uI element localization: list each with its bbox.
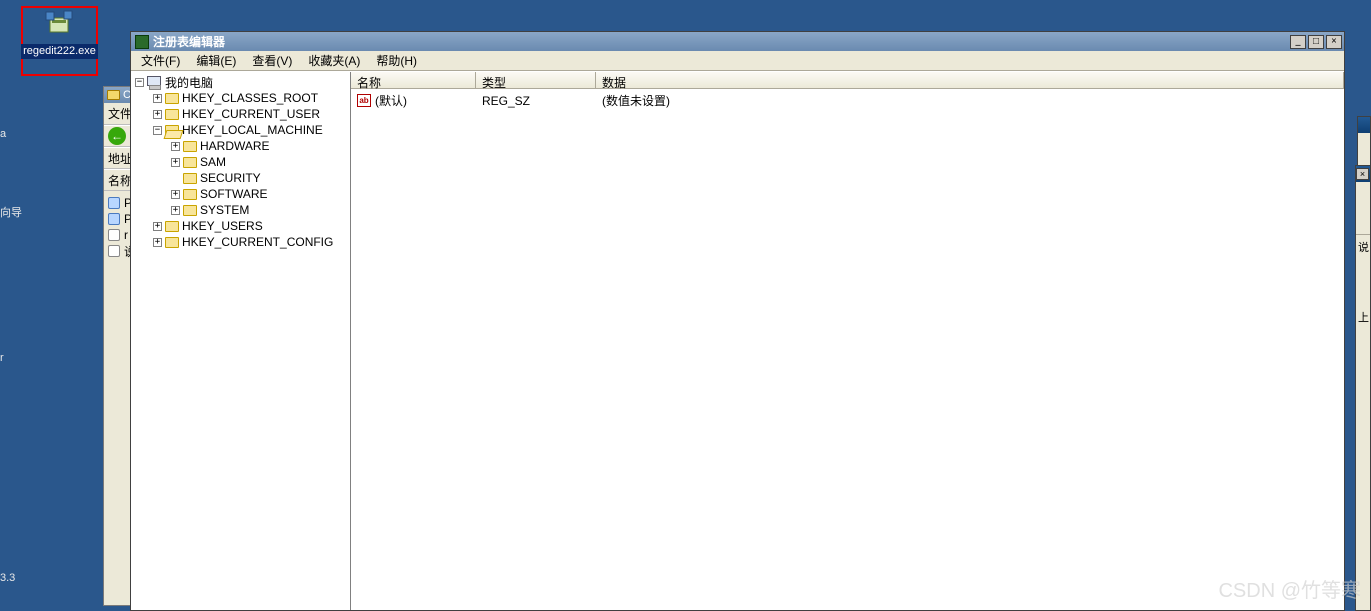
string-value-icon: ab (357, 94, 371, 107)
tree-node[interactable]: − HKEY_LOCAL_MACHINE (131, 122, 350, 138)
item-icon (108, 213, 120, 225)
back-icon[interactable]: ← (108, 127, 126, 145)
tree-node-label: SYSTEM (200, 203, 249, 217)
minimize-button[interactable]: _ (1290, 35, 1306, 49)
tree-node[interactable]: − 我的电脑 (131, 74, 350, 90)
desktop-text: 3.3 (0, 572, 15, 584)
folder-icon (183, 205, 197, 216)
item-icon (108, 197, 120, 209)
folder-icon (183, 173, 197, 184)
desktop-icon-label: regedit222.exe (21, 44, 98, 59)
folder-icon (183, 189, 197, 200)
sliver-titlebar[interactable]: × (1356, 166, 1370, 182)
sliver-label: 说 (1358, 239, 1368, 259)
value-data: (数值未设置) (602, 92, 670, 109)
folder-icon (107, 90, 120, 100)
menu-view[interactable]: 查看(V) (244, 50, 300, 71)
expand-icon[interactable]: + (153, 94, 162, 103)
tree-node[interactable]: + SAM (131, 154, 350, 170)
value-header: 名称 类型 数据 (351, 72, 1344, 89)
bgwin-menu-file[interactable]: 文件 (108, 105, 132, 122)
col-name[interactable]: 名称 (351, 72, 476, 88)
menu-edit[interactable]: 编辑(E) (188, 50, 244, 71)
tree-node-label: SECURITY (200, 171, 261, 185)
tree-node-label: HKEY_CLASSES_ROOT (182, 91, 318, 105)
computer-icon (147, 76, 162, 88)
tree-node[interactable]: + HARDWARE (131, 138, 350, 154)
menu-favorites[interactable]: 收藏夹(A) (300, 50, 368, 71)
collapse-icon[interactable]: − (153, 126, 162, 135)
bgwin-addr-label: 地址 (108, 150, 132, 167)
sliver-label: 上 (1358, 309, 1368, 325)
expand-icon[interactable]: + (171, 190, 180, 199)
desktop-text: r (0, 352, 4, 364)
tree-node[interactable]: + HKEY_CURRENT_CONFIG (131, 234, 350, 250)
folder-icon (165, 93, 179, 104)
bgwin-name-label: 名称 (108, 172, 132, 189)
expand-icon[interactable]: + (171, 142, 180, 151)
folder-icon (183, 141, 197, 152)
close-button[interactable]: × (1326, 35, 1342, 49)
folder-icon (165, 125, 179, 136)
regedit-menubar: 文件(F) 编辑(E) 查看(V) 收藏夹(A) 帮助(H) (131, 51, 1344, 71)
tree-node-label: 我的电脑 (165, 74, 213, 91)
col-data[interactable]: 数据 (596, 72, 1344, 88)
folder-icon (183, 157, 197, 168)
value-row[interactable]: ab (默认) REG_SZ (数值未设置) (351, 89, 1344, 110)
sliver-window-2: × 说 上 (1355, 165, 1371, 611)
value-list: 名称 类型 数据 ab (默认) REG_SZ (数值未设置) (351, 72, 1344, 610)
tree-node-label: HARDWARE (200, 139, 270, 153)
tree-node-label: HKEY_CURRENT_CONFIG (182, 235, 333, 249)
tree-node-label: SAM (200, 155, 226, 169)
desktop-text: a (0, 128, 6, 140)
regedit-titlebar[interactable]: 注册表编辑器 _ □ × (131, 32, 1344, 51)
tree-node-label: SOFTWARE (200, 187, 268, 201)
tree-node[interactable]: + HKEY_CURRENT_USER (131, 106, 350, 122)
value-name: (默认) (375, 92, 407, 109)
close-button[interactable]: × (1356, 168, 1369, 180)
collapse-icon[interactable]: − (135, 78, 144, 87)
tree-node[interactable]: + HKEY_CLASSES_ROOT (131, 90, 350, 106)
value-type: REG_SZ (482, 94, 530, 108)
expand-icon[interactable]: + (153, 110, 162, 119)
expand-icon[interactable]: + (153, 238, 162, 247)
desktop-text: 向导 (0, 204, 22, 220)
expand-icon[interactable]: + (171, 158, 180, 167)
folder-icon (165, 109, 179, 120)
regedit-title: 注册表编辑器 (153, 33, 225, 50)
folder-icon (165, 221, 179, 232)
folder-icon (165, 237, 179, 248)
menu-file[interactable]: 文件(F) (133, 50, 188, 71)
regedit-icon (135, 35, 149, 49)
registry-tree[interactable]: −我的电脑+HKEY_CLASSES_ROOT+HKEY_CURRENT_USE… (131, 72, 351, 610)
watermark: CSDN @竹等寒 (1218, 574, 1361, 603)
item-icon (108, 245, 120, 257)
desktop-icon-regedit[interactable]: regedit222.exe (21, 6, 98, 76)
maximize-button[interactable]: □ (1308, 35, 1324, 49)
expand-icon[interactable]: + (171, 206, 180, 215)
tree-node-label: HKEY_USERS (182, 219, 263, 233)
exe-icon (44, 10, 76, 42)
item-icon (108, 229, 120, 241)
tree-node-label: HKEY_LOCAL_MACHINE (182, 123, 323, 137)
col-type[interactable]: 类型 (476, 72, 596, 88)
tree-node[interactable]: + HKEY_USERS (131, 218, 350, 234)
tree-node[interactable]: SECURITY (131, 170, 350, 186)
menu-help[interactable]: 帮助(H) (368, 50, 425, 71)
tree-node[interactable]: + SOFTWARE (131, 186, 350, 202)
expand-icon[interactable]: + (153, 222, 162, 231)
tree-node[interactable]: + SYSTEM (131, 202, 350, 218)
tree-node-label: HKEY_CURRENT_USER (182, 107, 320, 121)
regedit-window: 注册表编辑器 _ □ × 文件(F) 编辑(E) 查看(V) 收藏夹(A) 帮助… (130, 31, 1345, 611)
